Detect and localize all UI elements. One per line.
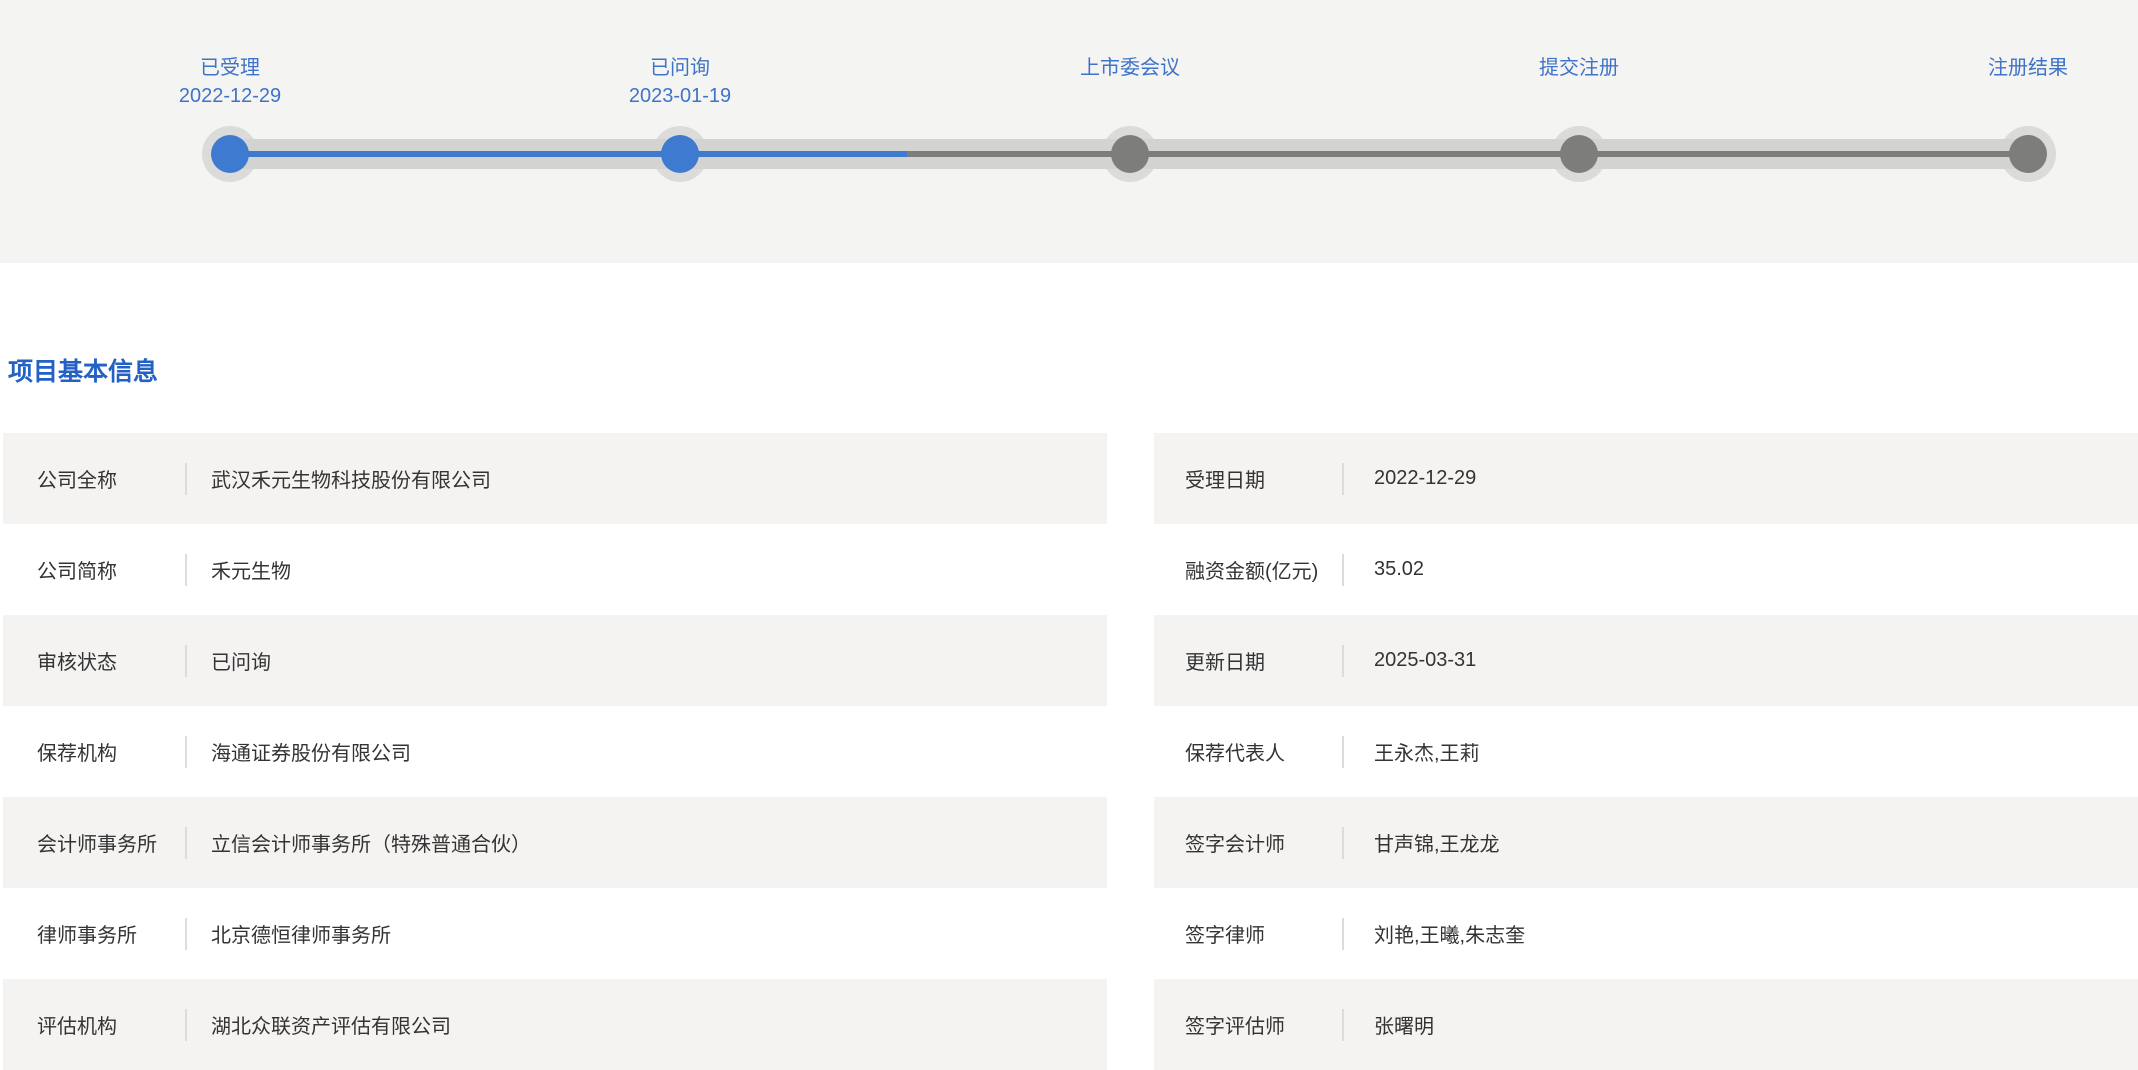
- row-value: 北京德恒律师事务所: [211, 925, 391, 947]
- row-value: 湖北众联资产评估有限公司: [211, 1016, 451, 1038]
- row-label: 受理日期: [1185, 470, 1265, 492]
- table-row: 融资金额(亿元) 35.02: [1154, 524, 2138, 615]
- row-value: 海通证券股份有限公司: [211, 743, 411, 765]
- row-value: 35.02: [1374, 558, 1425, 580]
- info-table-left: 公司全称 武汉禾元生物科技股份有限公司 公司简称 禾元生物 审核状态 已问询 保…: [3, 433, 1107, 1070]
- row-value: 武汉禾元生物科技股份有限公司: [211, 470, 491, 492]
- row-value: 禾元生物: [211, 561, 291, 583]
- row-value: 2025-03-31: [1374, 649, 1477, 671]
- step-dot-pending-icon: [1560, 135, 1598, 173]
- row-label: 律师事务所: [37, 925, 137, 947]
- timeline-step-inquired: 已问询 2023-01-19: [520, 54, 840, 110]
- row-label: 更新日期: [1185, 652, 1265, 674]
- step-dot-pending-icon: [2009, 135, 2047, 173]
- timeline-step-committee-meeting: 上市委会议: [970, 54, 1290, 110]
- table-row: 会计师事务所 立信会计师事务所（特殊普通合伙）: [3, 797, 1107, 888]
- step-label: 已受理: [200, 57, 260, 79]
- table-row: 签字评估师 张曙明: [1154, 979, 2138, 1070]
- step-label: 注册结果: [1988, 57, 2068, 79]
- row-value: 已问询: [211, 652, 271, 674]
- step-date: [970, 82, 1290, 110]
- table-row: 保荐机构 海通证券股份有限公司: [3, 706, 1107, 797]
- table-row: 签字律师 刘艳,王曦,朱志奎: [1154, 888, 2138, 979]
- step-date: 2023-01-19: [628, 85, 732, 107]
- row-label: 评估机构: [37, 1016, 117, 1038]
- timeline-progress-line: [230, 151, 907, 157]
- step-label: 已问询: [650, 57, 710, 79]
- step-dot-done-icon: [661, 135, 699, 173]
- row-value: 张曙明: [1374, 1016, 1434, 1038]
- row-label: 保荐代表人: [1185, 743, 1285, 765]
- timeline-step-registration-result: 注册结果: [1868, 54, 2138, 110]
- row-label: 会计师事务所: [37, 834, 157, 856]
- row-value: 立信会计师事务所（特殊普通合伙）: [211, 834, 531, 856]
- step-label: 上市委会议: [1080, 57, 1180, 79]
- table-row: 公司全称 武汉禾元生物科技股份有限公司: [3, 433, 1107, 524]
- table-row: 律师事务所 北京德恒律师事务所: [3, 888, 1107, 979]
- table-row: 更新日期 2025-03-31: [1154, 615, 2138, 706]
- timeline-step-submit-registration: 提交注册: [1419, 54, 1739, 110]
- page-title: 项目基本信息: [8, 358, 159, 386]
- step-date: 2022-12-29: [178, 85, 282, 107]
- table-row: 审核状态 已问询: [3, 615, 1107, 706]
- row-label: 融资金额(亿元): [1185, 561, 1319, 583]
- row-label: 公司简称: [37, 561, 117, 583]
- table-row: 签字会计师 甘声锦,王龙龙: [1154, 797, 2138, 888]
- row-label: 签字评估师: [1185, 1016, 1285, 1038]
- row-value: 王永杰,王莉: [1374, 743, 1480, 765]
- step-date: [1419, 82, 1739, 110]
- row-value: 甘声锦,王龙龙: [1374, 834, 1500, 856]
- row-value: 刘艳,王曦,朱志奎: [1374, 925, 1526, 947]
- row-value: 2022-12-29: [1374, 467, 1477, 489]
- info-table-right: 受理日期 2022-12-29 融资金额(亿元) 35.02 更新日期 2025…: [1154, 433, 2138, 1070]
- row-label: 签字会计师: [1185, 834, 1285, 856]
- row-label: 签字律师: [1185, 925, 1265, 947]
- timeline-section: 已受理 2022-12-29 已问询 2023-01-19 上市委会议 提交注册…: [0, 0, 2138, 263]
- table-row: 保荐代表人 王永杰,王莉: [1154, 706, 2138, 797]
- step-dot-pending-icon: [1111, 135, 1149, 173]
- table-row: 评估机构 湖北众联资产评估有限公司: [3, 979, 1107, 1070]
- row-label: 保荐机构: [37, 743, 117, 765]
- timeline-step-accepted: 已受理 2022-12-29: [70, 54, 390, 110]
- table-row: 受理日期 2022-12-29: [1154, 433, 2138, 524]
- row-label: 公司全称: [37, 470, 117, 492]
- row-label: 审核状态: [37, 652, 117, 674]
- table-row: 公司简称 禾元生物: [3, 524, 1107, 615]
- step-dot-done-icon: [211, 135, 249, 173]
- step-date: [1868, 82, 2138, 110]
- step-label: 提交注册: [1539, 57, 1619, 79]
